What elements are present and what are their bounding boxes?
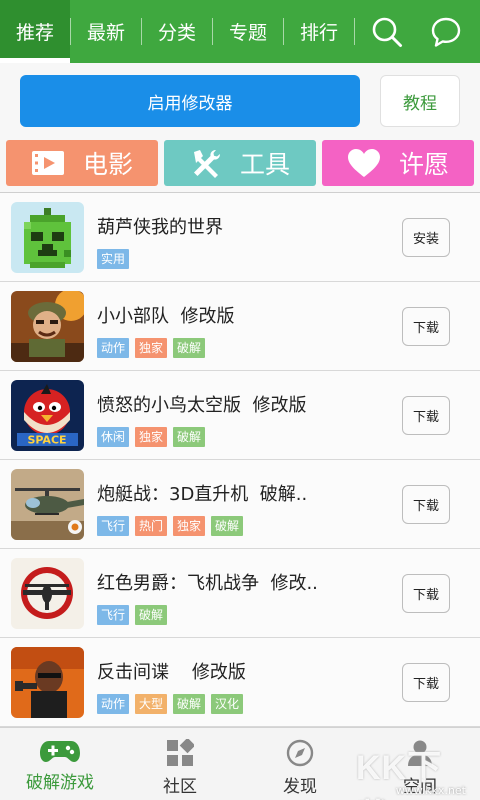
helicopter-icon: [11, 469, 84, 540]
tab-label: 排行: [299, 22, 338, 44]
tab-label: 最新: [86, 22, 125, 44]
tag-list: 休闲 独家 破解: [97, 427, 211, 447]
category-movies[interactable]: 电影: [6, 140, 158, 186]
tutorial-button[interactable]: 教程: [380, 75, 460, 127]
category-wish[interactable]: 许愿: [322, 140, 474, 186]
bottom-nav: 破解游戏 社区 发现 空间: [0, 727, 480, 800]
tag-list: 飞行 热门 独家 破解: [97, 516, 249, 536]
tab-label: 专题: [228, 22, 267, 44]
message-button[interactable]: [418, 0, 474, 63]
action-row: 启用修改器 教程: [0, 63, 480, 137]
tag-list: 飞行 破解: [97, 605, 173, 625]
list-item[interactable]: 小小部队 修改版 动作 独家 破解 下载: [0, 282, 480, 371]
tag-list: 实用: [97, 249, 135, 269]
tools-icon: [190, 148, 222, 178]
category-label: 工具: [239, 150, 290, 179]
app-title[interactable]: 红色男爵：飞机战争 修改..: [97, 569, 318, 595]
tag-list: 动作 独家 破解: [97, 338, 211, 358]
angry-bird-space-icon: SPACE: [11, 380, 84, 451]
tag: 破解: [135, 605, 168, 625]
tag: 动作: [97, 694, 130, 714]
gourd-pixel-icon: [11, 202, 84, 273]
tag: 破解: [211, 516, 244, 536]
enable-modifier-button[interactable]: 启用修改器: [20, 75, 360, 127]
user-icon: [408, 740, 432, 766]
nav-label: 发现: [283, 777, 317, 797]
list-item[interactable]: SPACE 愤怒的小鸟太空版 修改版 休闲 独家 破解 下载: [0, 371, 480, 460]
tag: 汉化: [211, 694, 244, 714]
tab-topics[interactable]: 专题: [213, 0, 283, 63]
nav-space[interactable]: 空间: [360, 728, 480, 800]
category-row: 电影 工具 许愿: [0, 137, 480, 192]
app-title[interactable]: 小小部队 修改版: [97, 302, 234, 328]
tab-label: 推荐: [15, 22, 54, 44]
list-item[interactable]: 葫芦侠我的世界 实用 安装: [0, 193, 480, 282]
tag: 休闲: [97, 427, 130, 447]
tag: 破解: [173, 338, 206, 358]
download-button[interactable]: 下载: [402, 307, 450, 346]
nav-discover[interactable]: 发现: [240, 728, 360, 800]
app-title[interactable]: 愤怒的小鸟太空版 修改版: [97, 391, 306, 417]
tag: 独家: [135, 427, 168, 447]
grid-icon: [167, 739, 194, 766]
tab-ranking[interactable]: 排行: [284, 0, 354, 63]
tab-latest[interactable]: 最新: [71, 0, 141, 63]
download-button[interactable]: 下载: [402, 663, 450, 702]
chat-bubble-icon: [431, 17, 461, 47]
tag: 飞行: [97, 516, 130, 536]
category-label: 许愿: [398, 150, 449, 179]
tag: 动作: [97, 338, 130, 358]
heart-icon: [347, 148, 381, 178]
soldier-icon: [11, 291, 84, 362]
download-button[interactable]: 下载: [402, 574, 450, 613]
category-tools[interactable]: 工具: [164, 140, 316, 186]
list-item[interactable]: 反击间谍 修改版 动作 大型 破解 汉化 下载: [0, 638, 480, 727]
app-title[interactable]: 炮艇战：3D直升机 破解..: [97, 480, 307, 506]
tag: 飞行: [97, 605, 130, 625]
list-item[interactable]: 红色男爵：飞机战争 修改.. 飞行 破解 下载: [0, 549, 480, 638]
nav-community[interactable]: 社区: [120, 728, 240, 800]
tag: 热门: [135, 516, 168, 536]
tab-categories[interactable]: 分类: [142, 0, 212, 63]
tag: 独家: [173, 516, 206, 536]
nav-label: 破解游戏: [26, 773, 94, 793]
tag: 破解: [173, 694, 206, 714]
download-button[interactable]: 下载: [402, 485, 450, 524]
tag: 实用: [97, 249, 130, 269]
gamepad-icon: [40, 741, 80, 762]
app-title[interactable]: 反击间谍 修改版: [97, 658, 246, 684]
tab-recommend[interactable]: 推荐: [0, 0, 70, 63]
list-item[interactable]: 炮艇战：3D直升机 破解.. 飞行 热门 独家 破解 下载: [0, 460, 480, 549]
search-button[interactable]: [355, 0, 418, 63]
tag: 破解: [173, 427, 206, 447]
compass-icon: [286, 739, 314, 767]
download-button[interactable]: 下载: [402, 396, 450, 435]
category-label: 电影: [82, 150, 133, 179]
app-list: 葫芦侠我的世界 实用 安装 小小部队 修改版 动作 独家 破解 下载 SPACE…: [0, 192, 480, 727]
svg-text:SPACE: SPACE: [27, 434, 66, 447]
nav-label: 社区: [163, 777, 197, 797]
nav-crack-games[interactable]: 破解游戏: [0, 728, 120, 800]
red-baron-plane-icon: [11, 558, 84, 629]
tag: 独家: [135, 338, 168, 358]
top-nav: 推荐 最新 分类 专题 排行: [0, 0, 480, 63]
spy-icon: [11, 647, 84, 718]
install-button[interactable]: 安装: [402, 218, 450, 257]
tab-label: 分类: [157, 22, 196, 44]
app-title[interactable]: 葫芦侠我的世界: [97, 213, 223, 239]
nav-label: 空间: [403, 777, 437, 797]
search-icon: [372, 17, 402, 47]
tag-list: 动作 大型 破解 汉化: [97, 694, 249, 714]
tag: 大型: [135, 694, 168, 714]
film-icon: [31, 150, 65, 176]
